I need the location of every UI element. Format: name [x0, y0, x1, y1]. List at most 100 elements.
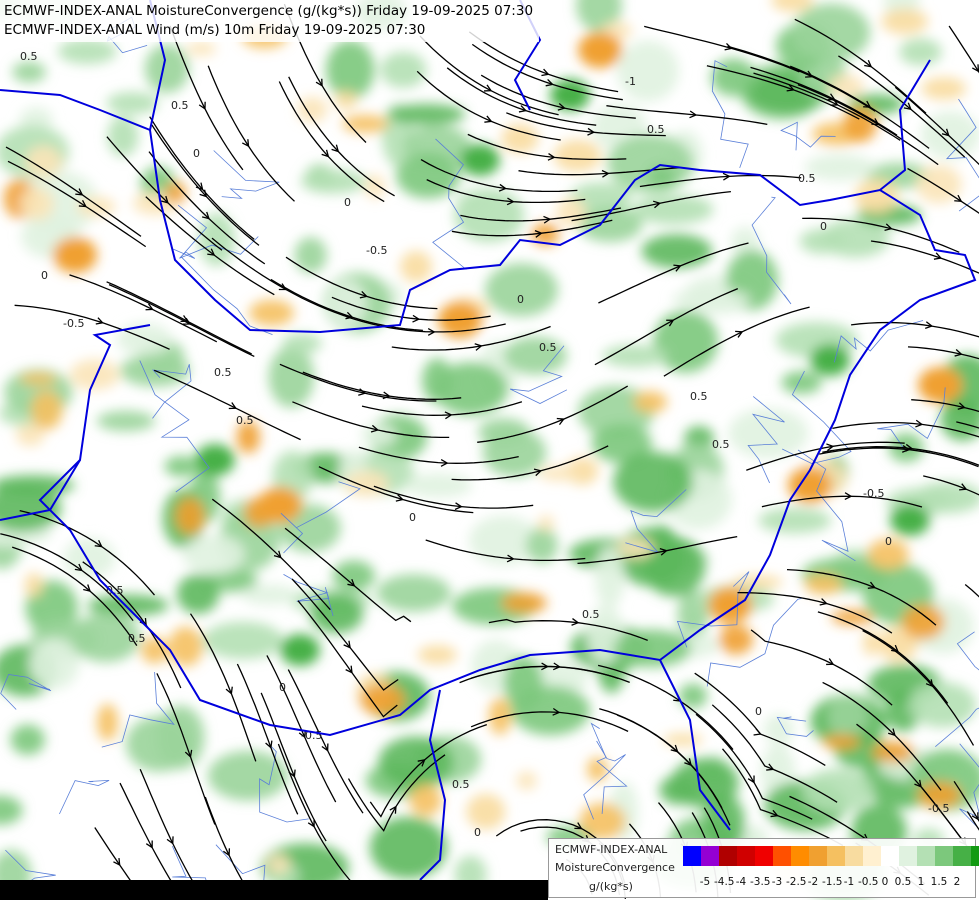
divergence-patch — [501, 592, 548, 614]
convergence-patch — [106, 92, 159, 114]
weather-map: 0.50-0.50.50.500.5-0.500.50-0.50.500.50-… — [0, 0, 979, 900]
convergence-patch — [176, 573, 220, 614]
river — [59, 780, 110, 815]
convergence-patch — [268, 346, 315, 408]
contour-label: 0 — [41, 269, 48, 282]
legend-swatch — [953, 846, 971, 866]
convergence-patch — [781, 371, 822, 394]
convergence-patch — [376, 574, 451, 612]
convergence-patch — [164, 455, 199, 477]
divergence-patch — [24, 572, 43, 598]
legend-tick: -2 — [807, 876, 819, 888]
legend-tick: 0 — [881, 876, 889, 888]
divergence-patch — [718, 624, 754, 655]
convergence-patch — [29, 638, 80, 690]
divergence-patch — [19, 187, 54, 221]
convergence-patch — [460, 144, 500, 176]
contour-label: 0.5 — [128, 632, 146, 645]
contour-label: 0.5 — [214, 366, 232, 379]
convergence-patch — [282, 333, 322, 354]
contour-label: 0.5 — [712, 438, 730, 451]
convergence-patch — [300, 169, 367, 194]
legend-swatch — [773, 846, 791, 866]
convergence-patch — [710, 58, 757, 97]
convergence-patch — [96, 410, 156, 432]
legend-unit: g/(kg*s) — [589, 880, 633, 893]
convergence-patch — [0, 475, 75, 496]
contour-label: 0 — [517, 293, 524, 306]
legend-swatch — [845, 846, 863, 866]
legend-tick: -1.5 — [822, 876, 843, 888]
contour-label: 0 — [820, 220, 827, 233]
legend-swatch — [701, 846, 719, 866]
legend-swatch — [791, 846, 809, 866]
convergence-patch — [613, 629, 692, 668]
legend-title-2: MoistureConvergence — [555, 861, 675, 874]
divergence-patch — [918, 367, 962, 403]
convergence-patch — [890, 504, 930, 536]
convergence-patch — [758, 507, 832, 534]
contour-label: 0.5 — [690, 390, 708, 403]
legend-swatch — [863, 846, 881, 866]
legend-tick: -0.5 — [858, 876, 879, 888]
convergence-patch — [10, 724, 46, 756]
convergence-patch — [827, 693, 868, 739]
legend-title-1: ECMWF-INDEX-ANAL — [555, 843, 668, 856]
convergence-patch — [202, 621, 284, 660]
convergence-patch — [484, 263, 559, 317]
contour-label: 0 — [193, 147, 200, 160]
convergence-patch — [404, 473, 473, 498]
convergence-patch — [63, 538, 116, 579]
legend-swatch — [683, 846, 701, 866]
legend-tick: -4.5 — [714, 876, 735, 888]
convergence-patch — [792, 3, 871, 62]
convergence-patch — [607, 134, 694, 194]
divergence-patch — [19, 372, 58, 385]
legend-tick: -5 — [699, 876, 711, 888]
legend-ticks: -5 -4.5 -4 -3.5 -3 -2.5 -2 -1.5 -1 -0.5 0 0.5 1 1.5 2 — [696, 876, 966, 888]
convergence-patch — [107, 115, 139, 157]
convergence-patch — [12, 61, 47, 83]
contour-label: 0.5 — [539, 341, 557, 354]
divergence-patch — [881, 8, 929, 35]
legend-tick: 1.5 — [930, 876, 948, 888]
legend-swatch — [935, 846, 953, 866]
convergence-patch — [241, 584, 298, 605]
convergence-patch — [116, 323, 172, 356]
divergence-patch — [633, 391, 668, 413]
divergence-patch — [921, 77, 967, 100]
convergence-patch — [57, 38, 117, 65]
legend-tick: -1 — [843, 876, 855, 888]
streamline — [694, 672, 826, 766]
contour-label: -0.5 — [863, 487, 884, 500]
legend-swatch — [827, 846, 845, 866]
streamline — [287, 669, 364, 814]
contour-label: 0.5 — [582, 608, 600, 621]
convergence-patch — [0, 795, 23, 825]
contour-label: 0 — [474, 826, 481, 839]
legend-swatch — [737, 846, 755, 866]
legend-swatch — [971, 846, 979, 866]
convergence-patch — [156, 705, 205, 770]
convergence-patch — [454, 188, 525, 243]
convergence-patch — [632, 194, 714, 225]
legend-swatches — [683, 846, 979, 866]
legend-tick: -4 — [735, 876, 747, 888]
divergence-patch — [334, 90, 358, 110]
convergence-patch — [332, 560, 376, 592]
divergence-patch — [53, 237, 97, 273]
title-line-1: ECMWF-INDEX-ANAL MoistureConvergence (g/… — [4, 3, 534, 19]
convergence-patch — [433, 362, 509, 416]
convergence-patch — [182, 534, 245, 575]
streamline — [870, 240, 979, 274]
divergence-patch — [266, 854, 291, 874]
divergence-patch — [516, 771, 537, 790]
divergence-patch — [96, 703, 119, 742]
convergence-patch — [613, 451, 693, 513]
divergence-patch — [553, 139, 602, 173]
divergence-patch — [258, 487, 302, 523]
convergence-patch — [526, 527, 559, 564]
divergence-patch — [578, 32, 622, 68]
map-title: ECMWF-INDEX-ANAL MoistureConvergence (g/… — [0, 0, 540, 42]
convergence-patch — [380, 51, 427, 89]
